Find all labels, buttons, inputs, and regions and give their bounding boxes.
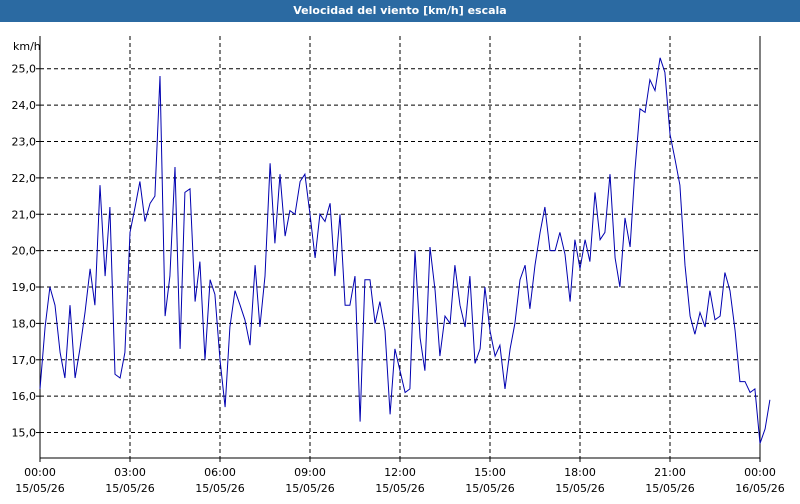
x-tick-date-label: 15/05/26 bbox=[465, 482, 514, 495]
x-tick-time-label: 18:00 bbox=[564, 466, 596, 479]
x-tick-time-label: 03:00 bbox=[114, 466, 146, 479]
y-tick-label: 15,0 bbox=[12, 427, 37, 440]
x-tick-date-label: 15/05/26 bbox=[645, 482, 694, 495]
y-tick-label: 19,0 bbox=[12, 281, 37, 294]
y-tick-label: 24,0 bbox=[12, 99, 37, 112]
x-tick-date-label: 15/05/26 bbox=[105, 482, 154, 495]
y-tick-label: 16,0 bbox=[12, 390, 37, 403]
y-tick-label: 21,0 bbox=[12, 208, 37, 221]
window-title: Velocidad del viento [km/h] escala bbox=[0, 0, 800, 22]
x-tick-date-label: 15/05/26 bbox=[15, 482, 64, 495]
x-tick-time-label: 09:00 bbox=[294, 466, 326, 479]
x-tick-time-label: 21:00 bbox=[654, 466, 686, 479]
chart-area: km/h 15,0 16,0 17,0 18,0 19,0 20,0 21,0 22,0 23,… bbox=[0, 22, 800, 500]
x-tick-date-label: 15/05/26 bbox=[195, 482, 244, 495]
y-tick-label: 23,0 bbox=[12, 136, 37, 149]
x-tick-time-label: 15:00 bbox=[474, 466, 506, 479]
x-tick-date-label: 16/05/26 bbox=[735, 482, 784, 495]
y-tick-label: 17,0 bbox=[12, 354, 37, 367]
x-tick-time-label: 00:00 bbox=[744, 466, 776, 479]
y-tick-label: 25,0 bbox=[12, 63, 37, 76]
y-axis-unit-label: km/h bbox=[13, 40, 41, 53]
x-tick-time-label: 12:00 bbox=[384, 466, 416, 479]
x-tick-date-label: 15/05/26 bbox=[375, 482, 424, 495]
y-tick-label: 20,0 bbox=[12, 245, 37, 258]
y-tick-label: 22,0 bbox=[12, 172, 37, 185]
chart-window: Velocidad del viento [km/h] escala km/h … bbox=[0, 0, 800, 500]
x-tick-time-label: 00:00 bbox=[24, 466, 56, 479]
y-tick-label: 18,0 bbox=[12, 317, 37, 330]
x-tick-date-label: 15/05/26 bbox=[555, 482, 604, 495]
x-tick-time-label: 06:00 bbox=[204, 466, 236, 479]
wind-speed-chart: km/h 15,0 16,0 17,0 18,0 19,0 20,0 21,0 22,0 23,… bbox=[12, 36, 785, 495]
x-tick-date-label: 15/05/26 bbox=[285, 482, 334, 495]
